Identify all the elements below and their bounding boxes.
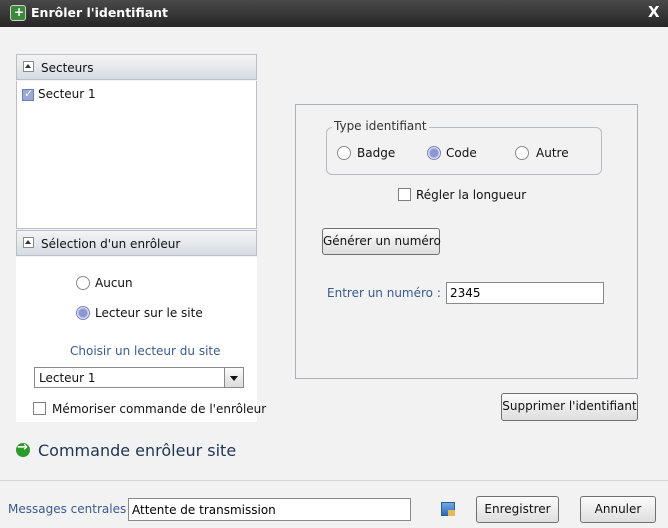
add-identifier-icon: +: [10, 5, 26, 21]
enroller-title: Sélection d'un enrôleur: [41, 237, 181, 251]
enter-number-label: Entrer un numéro :: [327, 286, 441, 300]
reader-prompt: Choisir un lecteur du site: [70, 344, 221, 358]
save-button[interactable]: Enregistrer: [476, 496, 559, 523]
network-computer-icon: [441, 502, 455, 516]
identifier-type-legend: Type identifiant: [332, 119, 429, 133]
enroller-header[interactable]: Sélection d'un enrôleur: [16, 230, 257, 256]
collapse-icon[interactable]: [23, 237, 34, 248]
cancel-button[interactable]: Annuler: [580, 496, 656, 523]
arrow-right-icon: [16, 440, 30, 457]
type-code-radio[interactable]: [427, 146, 441, 160]
delete-identifier-button[interactable]: Supprimer l'identifiant: [501, 393, 638, 421]
enroller-panel: [16, 257, 257, 422]
enrol-identifier-dialog: + Enrôler l'identifiant X Secteurs Secte…: [0, 0, 668, 528]
close-button[interactable]: X: [648, 3, 660, 21]
footer-divider: [0, 480, 668, 481]
enroller-none-label: Aucun: [95, 276, 133, 290]
title-bar: + Enrôler l'identifiant X: [0, 0, 668, 27]
memorize-label: Mémoriser commande de l'enrôleur: [52, 402, 267, 416]
type-badge-radio[interactable]: [337, 146, 351, 160]
enroller-site-reader-radio[interactable]: [76, 306, 90, 320]
chevron-down-icon[interactable]: [224, 368, 243, 387]
type-badge-label: Badge: [357, 146, 396, 160]
length-checkbox[interactable]: [398, 188, 411, 201]
enroller-none-radio[interactable]: [76, 276, 90, 290]
enroller-site-reader-label: Lecteur sur le site: [95, 306, 203, 320]
reader-select[interactable]: Lecteur 1: [34, 367, 244, 388]
sector-label: Secteur 1: [38, 87, 96, 101]
memorize-checkbox[interactable]: [33, 402, 46, 415]
sectors-list: Secteur 1: [16, 81, 257, 229]
length-label: Régler la longueur: [416, 188, 527, 202]
number-input[interactable]: [446, 282, 604, 304]
window-title: Enrôler l'identifiant: [31, 5, 169, 20]
generate-number-button[interactable]: Générer un numéro: [322, 228, 441, 255]
collapse-icon[interactable]: [23, 61, 34, 72]
messages-label: Messages centrales: [8, 502, 127, 516]
type-other-radio[interactable]: [515, 146, 529, 160]
reader-select-value: Lecteur 1: [39, 371, 96, 385]
sectors-title: Secteurs: [41, 61, 94, 75]
type-code-label: Code: [446, 146, 477, 160]
sectors-header[interactable]: Secteurs: [16, 54, 257, 80]
command-label: Commande enrôleur site: [38, 441, 237, 460]
sector-checkbox[interactable]: [22, 87, 34, 101]
messages-field: [128, 498, 411, 521]
type-other-label: Autre: [536, 146, 569, 160]
